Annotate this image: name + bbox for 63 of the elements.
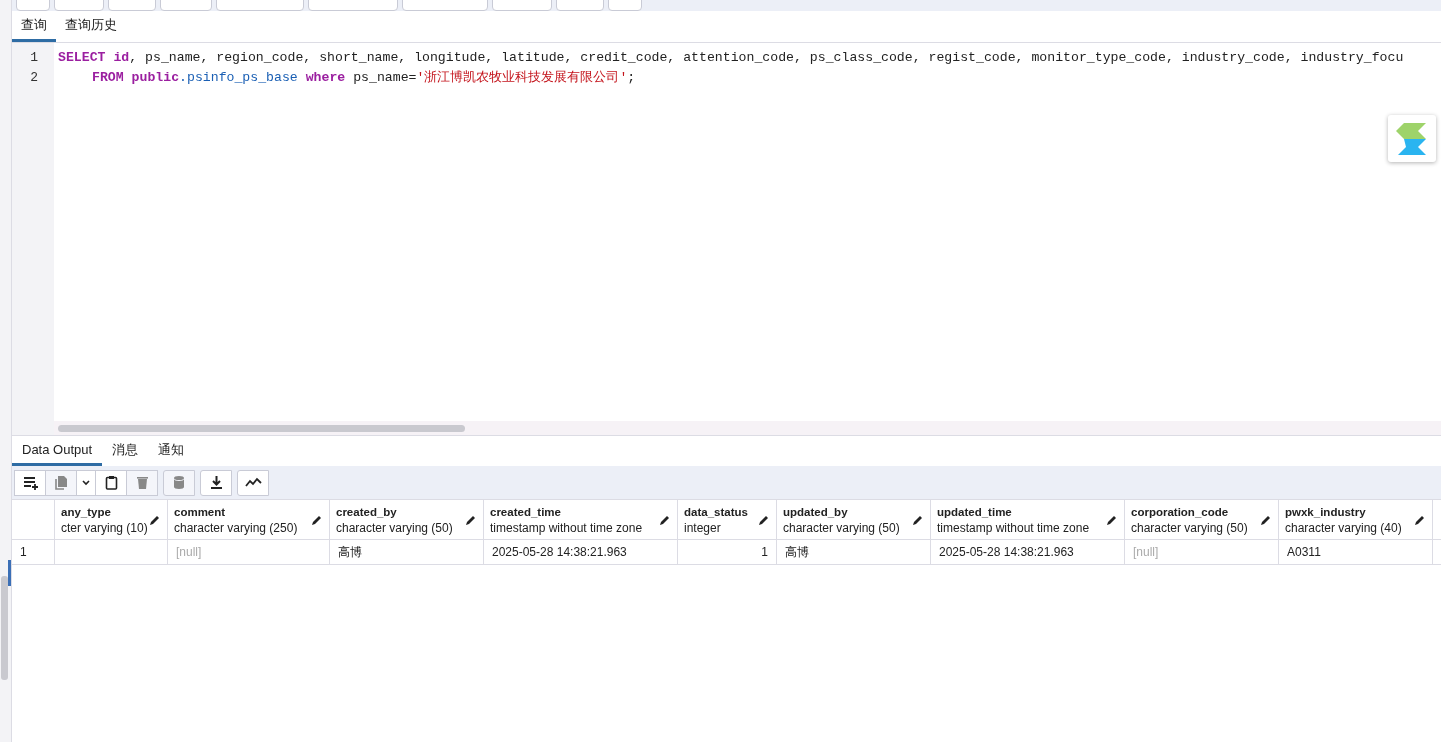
column-header[interactable]: created_time timestamp without time zone — [484, 500, 678, 539]
column-header[interactable]: corporation_code character varying (50) — [1125, 500, 1279, 539]
app-logo[interactable] — [1388, 115, 1436, 162]
pencil-icon[interactable] — [1260, 513, 1272, 526]
code-line: SELECT id, ps_name, region_code, short_name, longitude, latitude, credit_code, attention_code, ps_class_code, regist_code, monitor_type_code, industry_code, industry_focu — [58, 49, 1405, 67]
column-type: timestamp without time zone — [937, 519, 1090, 536]
column-type: character varying (50) — [1131, 519, 1248, 536]
column-name: created_time — [490, 504, 562, 520]
column-type: integer — [684, 519, 722, 536]
column-header[interactable]: created_by character varying (50) — [330, 500, 484, 539]
pencil-icon[interactable] — [659, 513, 671, 526]
table-cell: [null] — [168, 540, 330, 564]
pencil-icon[interactable] — [311, 513, 323, 526]
table-cell: 1 — [678, 540, 777, 564]
table-cell: A0311 — [1279, 540, 1433, 564]
graph-button[interactable] — [237, 469, 269, 496]
add-row-icon — [21, 474, 39, 491]
column-type: character varying (40) — [1285, 519, 1402, 536]
column-name: updated_time — [937, 504, 1013, 520]
column-header[interactable]: updated_time timestamp without time zone — [931, 500, 1125, 539]
column-header[interactable]: comment character varying (250) — [168, 500, 330, 539]
tab[interactable]: 消息 — [102, 436, 149, 466]
line-number: 1 — [29, 49, 39, 67]
pencil-icon[interactable] — [465, 513, 477, 526]
row-number: 1 — [12, 540, 55, 564]
pencil-icon[interactable] — [1414, 513, 1426, 526]
active-marker — [8, 560, 11, 586]
column-name: comment — [174, 504, 227, 520]
column-header[interactable]: pwxk_industry character varying (40) — [1279, 500, 1433, 539]
dropdown-button[interactable] — [76, 469, 96, 496]
tab[interactable]: 通知 — [148, 436, 195, 466]
column-header[interactable]: any_type cter varying (10) — [55, 500, 168, 539]
table-cell: [null] — [1125, 540, 1279, 564]
tab[interactable]: 查询历史 — [56, 11, 126, 42]
column-name: data_status — [684, 504, 748, 520]
column-type: character varying (250) — [174, 519, 298, 536]
table-cell: 2025-05-28 14:38:21.963 — [484, 540, 678, 564]
pencil-icon[interactable] — [912, 513, 924, 526]
column-name: pwxk_industry — [1285, 504, 1367, 520]
table-cell: 高博 — [777, 540, 931, 564]
column-name: created_by — [336, 504, 398, 520]
scrollbar[interactable] — [1, 576, 8, 680]
line-number: 2 — [29, 69, 39, 87]
table-cell: 2025-05-28 14:38:21.963 — [931, 540, 1125, 564]
column-name: any_type — [61, 504, 112, 520]
paste-button[interactable] — [95, 469, 127, 496]
add-row-button[interactable] — [14, 469, 46, 496]
copy-icon — [52, 474, 70, 491]
scrollbar[interactable] — [58, 425, 465, 432]
pencil-icon[interactable] — [1106, 513, 1118, 526]
column-header[interactable]: data_status integer — [678, 500, 777, 539]
pencil-icon[interactable] — [758, 513, 770, 526]
column-type: character varying (50) — [336, 519, 453, 536]
column-header[interactable]: updated_by character varying (50) — [777, 500, 931, 539]
column-type: character varying (50) — [783, 519, 900, 536]
pencil-icon[interactable] — [149, 513, 161, 526]
column-type: timestamp without time zone — [490, 519, 643, 536]
column-name: updated_by — [783, 504, 849, 520]
column-type: cter varying (10) — [61, 519, 148, 536]
table-cell: 高博 — [330, 540, 484, 564]
code-line: FROM public.psinfo_ps_base where ps_name='浙江博凯农牧业科技发展有限公司'; — [91, 69, 637, 87]
column-name: corporation_code — [1131, 504, 1230, 520]
download-button[interactable] — [200, 469, 232, 496]
